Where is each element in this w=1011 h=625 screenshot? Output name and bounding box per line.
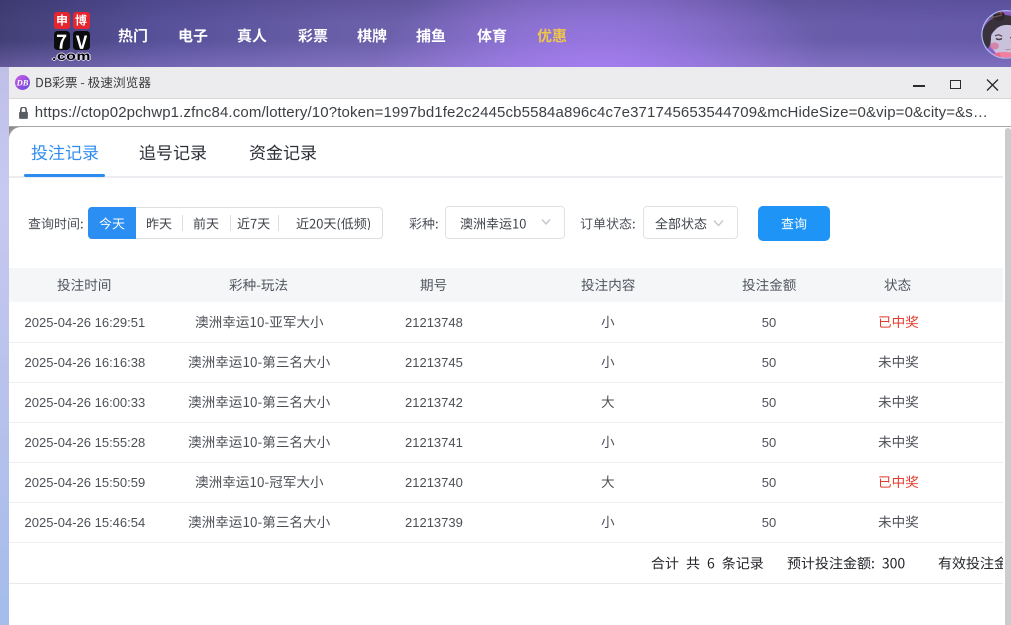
svg-text:DB: DB (16, 78, 29, 88)
